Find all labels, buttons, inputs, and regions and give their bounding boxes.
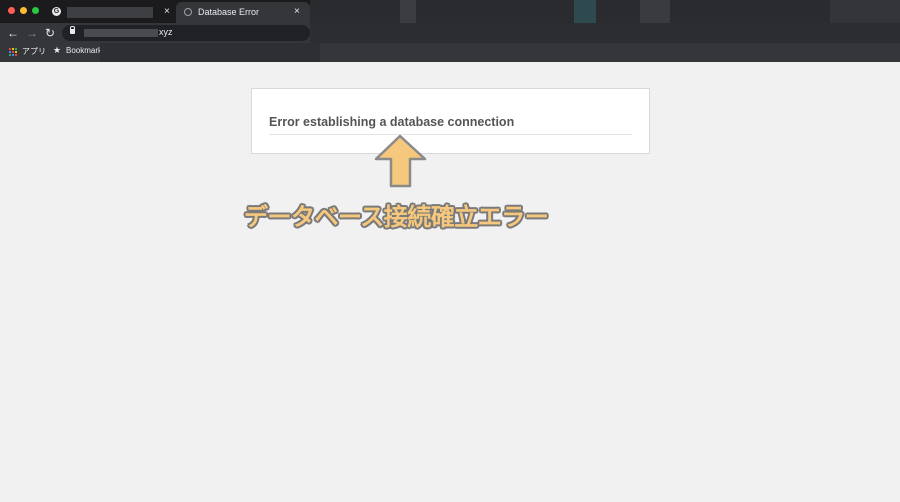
browser-chrome: G × Database Error × ← → ↻ xyz アプリ ★ Boo… — [0, 0, 900, 62]
close-window-button[interactable] — [8, 7, 15, 14]
address-bar[interactable]: xyz — [62, 25, 310, 41]
blurred-window-region — [400, 0, 416, 23]
blurred-window-region — [100, 43, 320, 62]
blurred-window-region — [640, 0, 670, 23]
blurred-window-region — [310, 0, 900, 23]
error-card: Error establishing a database connection — [251, 88, 650, 154]
redacted-tab-title — [67, 7, 153, 18]
tab-title: Database Error — [198, 7, 260, 17]
tab-close-icon[interactable]: × — [164, 6, 170, 18]
back-arrow-icon[interactable]: ← — [7, 26, 19, 40]
globe-icon — [184, 8, 192, 16]
reload-icon[interactable]: ↻ — [45, 26, 55, 40]
blurred-window-region — [574, 0, 596, 23]
up-arrow-annotation-icon — [374, 134, 427, 188]
zoom-window-button[interactable] — [32, 7, 39, 14]
annotation-caption: データベース接続確立エラー — [244, 204, 549, 231]
blurred-window-region — [830, 0, 900, 23]
divider — [269, 134, 632, 135]
blurred-window-region — [310, 23, 900, 43]
lock-icon — [70, 26, 75, 34]
apps-grid-icon[interactable] — [9, 48, 17, 56]
forward-arrow-icon[interactable]: → — [26, 26, 38, 40]
error-heading: Error establishing a database connection — [269, 115, 515, 129]
tab-google[interactable]: G × — [44, 2, 174, 23]
url-text: xyz — [159, 27, 173, 37]
tab-database-error[interactable]: Database Error × — [176, 2, 310, 23]
redacted-url — [84, 29, 158, 37]
tab-close-icon[interactable]: × — [294, 6, 300, 18]
bookmarks-bar: アプリ ★ Bookmarks — [0, 43, 900, 62]
star-icon: ★ — [53, 45, 62, 55]
google-g-icon: G — [52, 7, 61, 16]
bookmark-apps[interactable]: アプリ — [22, 46, 46, 57]
browser-toolbar: ← → ↻ xyz — [0, 23, 900, 43]
tab-strip: G × Database Error × — [0, 0, 900, 23]
minimize-window-button[interactable] — [20, 7, 27, 14]
